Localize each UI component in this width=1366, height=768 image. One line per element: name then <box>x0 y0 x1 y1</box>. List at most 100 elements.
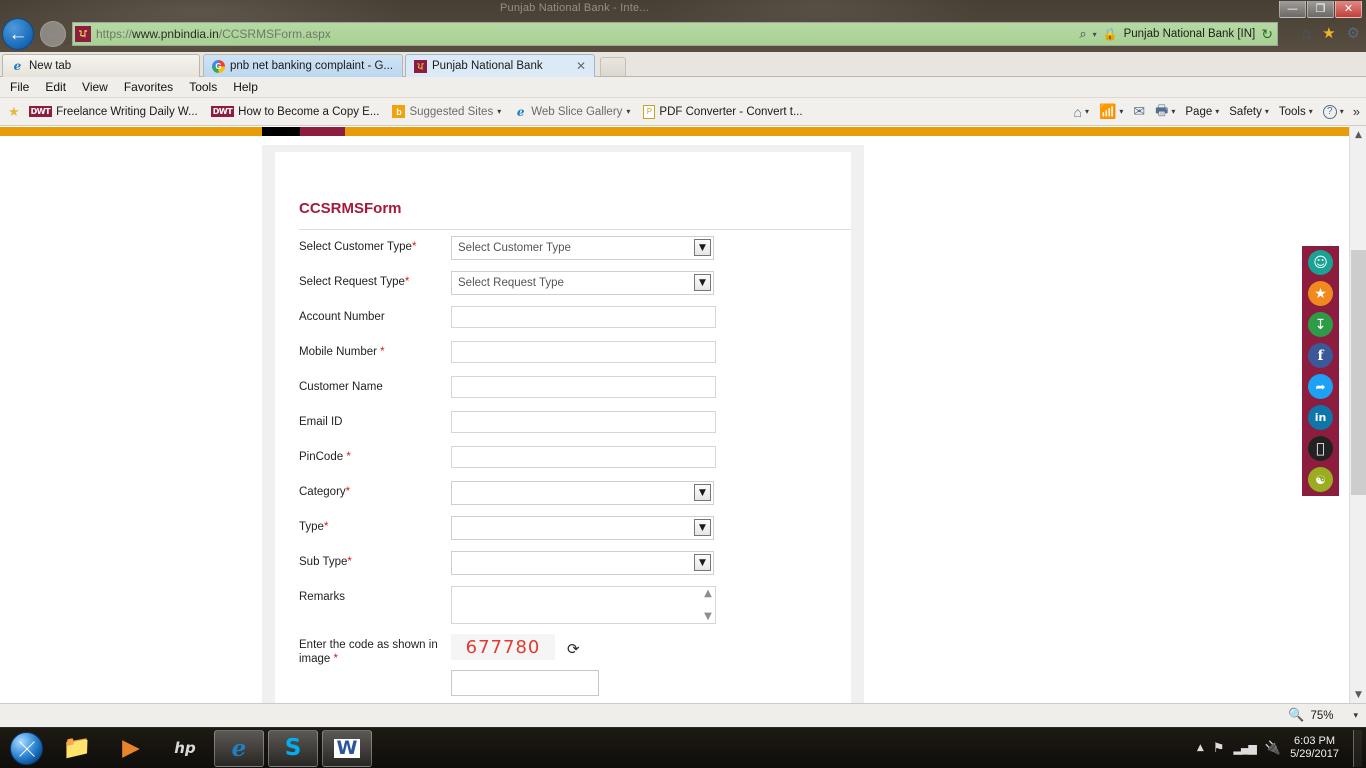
field-control: ▼ <box>451 481 714 505</box>
command-safety-menu[interactable]: Safety ▾ <box>1229 106 1269 118</box>
social-star-button[interactable]: ★ <box>1302 278 1339 309</box>
restore-button[interactable]: ❐ <box>1307 1 1334 18</box>
gear-icon[interactable]: ⚙ <box>1347 24 1360 42</box>
taskbar-hp-support[interactable]: hp <box>160 730 210 767</box>
menu-view[interactable]: View <box>82 80 108 94</box>
taskbar-internet-explorer[interactable]: e <box>214 730 264 767</box>
zoom-icon[interactable]: 🔍 <box>1288 708 1304 723</box>
select-request-type[interactable]: Select Request Type <box>451 271 714 295</box>
tray-overflow-icon[interactable]: ▲ <box>1197 743 1204 753</box>
clock[interactable]: 6:03 PM 5/29/2017 <box>1290 735 1339 761</box>
category-select[interactable] <box>451 481 714 505</box>
address-bar[interactable]: ਪ https://www.pnbindia.in/CCSRMSForm.asp… <box>72 22 1278 46</box>
toolbar-overflow-icon[interactable]: » <box>1353 104 1360 119</box>
social-facebook-button[interactable]: f <box>1302 340 1339 371</box>
start-button[interactable] <box>4 729 48 767</box>
tab-punjab-national-bank[interactable]: ਪ Punjab National Bank ✕ <box>405 54 595 77</box>
field-row-category: Category* ▼ <box>275 485 851 520</box>
back-button[interactable]: ← <box>2 18 34 50</box>
battery-icon[interactable]: 🔌 <box>1265 741 1281 756</box>
menu-help[interactable]: Help <box>233 80 258 94</box>
scrollbar-thumb[interactable] <box>1351 250 1366 495</box>
favorite-suggested-sites[interactable]: b Suggested Sites ▾ <box>392 105 501 118</box>
network-signal-icon[interactable]: ▂▄▆ <box>1233 742 1255 755</box>
tab-google-search[interactable]: G pnb net banking complaint - G... <box>203 54 403 77</box>
social-apple-button[interactable]:  <box>1302 433 1339 464</box>
captcha-refresh-icon[interactable]: ⟳ <box>567 640 580 658</box>
action-center-flag-icon[interactable]: ⚑ <box>1213 741 1225 756</box>
menu-tools[interactable]: Tools <box>189 80 217 94</box>
feeds-icon: 📶 <box>1099 103 1116 120</box>
menu-favorites[interactable]: Favorites <box>124 80 173 94</box>
remarks-textarea[interactable] <box>451 586 716 624</box>
command-tools-menu[interactable]: Tools ▾ <box>1279 106 1313 118</box>
field-control <box>451 446 716 468</box>
home-icon[interactable]: ⌂ <box>1302 25 1311 42</box>
minimize-button[interactable]: — <box>1279 1 1306 18</box>
menu-file[interactable]: File <box>10 80 29 94</box>
favorite-pdf-converter[interactable]: P PDF Converter - Convert t... <box>643 105 802 119</box>
pincode-input[interactable] <box>451 446 716 468</box>
scroll-down-icon[interactable]: ▼ <box>1350 686 1366 703</box>
taskbar-skype[interactable]: S <box>268 730 318 767</box>
bing-icon: b <box>392 105 405 118</box>
select-customer-type[interactable]: Select Customer Type <box>451 236 714 260</box>
forward-button[interactable]: → <box>40 21 66 47</box>
mobile-number-input[interactable] <box>451 341 716 363</box>
field-label: Sub Type* <box>299 555 449 569</box>
command-home[interactable]: ⌂ ▾ <box>1073 104 1088 120</box>
command-help-menu[interactable]: ? ▾ <box>1323 105 1344 119</box>
customer-name-input[interactable] <box>451 376 716 398</box>
social-profile-button[interactable]: ☺ <box>1302 247 1339 278</box>
chevron-down-icon[interactable]: ▾ <box>497 107 501 116</box>
twitter-icon: ➦ <box>1308 374 1333 399</box>
search-caret-icon[interactable]: ▾ <box>1093 30 1097 39</box>
page-scrollbar[interactable]: ▲ ▼ <box>1349 126 1366 703</box>
command-print[interactable]: 🖶 ▾ <box>1155 100 1175 124</box>
command-mail[interactable]: ✉ <box>1133 103 1145 120</box>
type-select[interactable] <box>451 516 714 540</box>
email-id-input[interactable] <box>451 411 716 433</box>
tab-new-tab[interactable]: e New tab <box>2 54 200 77</box>
required-asterisk: * <box>412 241 416 253</box>
social-android-button[interactable]: ☯ <box>1302 464 1339 495</box>
command-feeds[interactable]: 📶 ▾ <box>1099 103 1123 120</box>
command-page-menu[interactable]: Page ▾ <box>1185 106 1219 118</box>
taskbar-word[interactable]: W <box>322 730 372 767</box>
taskbar: 📁 ▶ hp e S W ▲ ⚑ ▂▄▆ 🔌 6:03 PM 5/29/2017 <box>0 727 1366 768</box>
tab-close-icon[interactable]: ✕ <box>576 59 586 73</box>
social-linkedin-button[interactable]: in <box>1302 402 1339 433</box>
favorite-copy-editor[interactable]: DWT How to Become a Copy E... <box>211 106 380 118</box>
favorite-web-slice-gallery[interactable]: e Web Slice Gallery ▾ <box>514 105 630 118</box>
refresh-icon[interactable]: ↻ <box>1261 26 1273 43</box>
new-tab-button[interactable] <box>600 57 626 76</box>
minimize-icon: — <box>1287 2 1298 15</box>
favorite-label: Freelance Writing Daily W... <box>56 106 198 118</box>
address-bar-right: ⌕ ▾ 🔒 Punjab National Bank [IN] ↻ <box>1079 26 1277 43</box>
field-label: Select Request Type* <box>299 275 449 289</box>
sub-type-select[interactable] <box>451 551 714 575</box>
add-favorite-icon[interactable]: ★ <box>8 104 20 120</box>
taskbar-file-explorer[interactable]: 📁 <box>52 730 102 767</box>
social-download-button[interactable]: ↧ <box>1302 309 1339 340</box>
show-desktop-button[interactable] <box>1353 730 1362 767</box>
favorite-freelance-writing[interactable]: DWT Freelance Writing Daily W... <box>29 106 198 118</box>
field-row-captcha: Enter the code as shown in image * 67778… <box>275 638 851 703</box>
favorite-label: PDF Converter - Convert t... <box>659 106 802 118</box>
social-twitter-button[interactable]: ➦ <box>1302 371 1339 402</box>
search-icon[interactable]: ⌕ <box>1079 26 1086 42</box>
menu-edit[interactable]: Edit <box>45 80 66 94</box>
chevron-down-icon[interactable]: ▾ <box>626 107 630 116</box>
internet-explorer-window: Punjab National Bank - Inte... — ❐ ✕ ← →… <box>0 0 1366 710</box>
favorites-star-icon[interactable]: ★ <box>1322 24 1335 42</box>
taskbar-media-player[interactable]: ▶ <box>106 730 156 767</box>
star-icon: ★ <box>1308 281 1333 306</box>
scroll-up-icon[interactable]: ▲ <box>1350 126 1366 143</box>
zoom-caret-icon[interactable]: ▾ <box>1353 710 1358 721</box>
chevron-down-icon: ▾ <box>1171 107 1175 116</box>
close-button[interactable]: ✕ <box>1335 1 1362 18</box>
field-label-text: Type <box>299 521 324 533</box>
captcha-input[interactable] <box>451 670 599 696</box>
field-control: Select Request Type ▼ <box>451 271 714 295</box>
account-number-input[interactable] <box>451 306 716 328</box>
